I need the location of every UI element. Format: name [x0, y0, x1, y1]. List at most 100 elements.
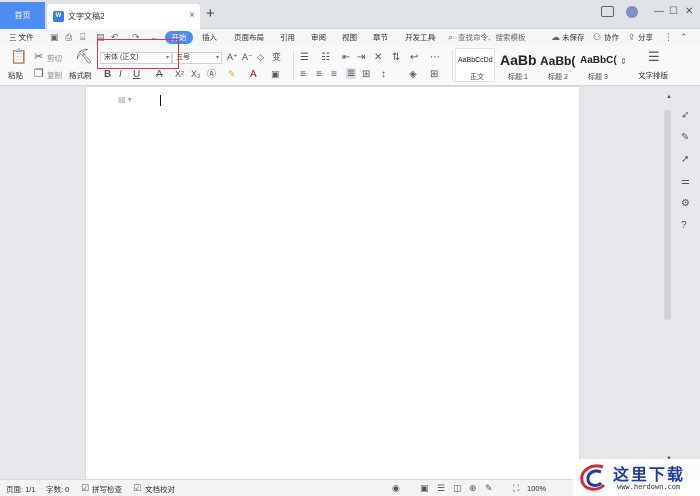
text-layout-button[interactable]: 文字排版 — [638, 70, 668, 81]
chinese-layout-icon[interactable]: ✕ — [374, 52, 382, 63]
vertical-scrollbar[interactable] — [664, 110, 671, 320]
copy-icon[interactable]: ❐ — [34, 69, 44, 80]
document-page[interactable] — [86, 87, 579, 479]
text-effect-icon[interactable]: Ⓐ — [207, 69, 216, 80]
paste-button[interactable]: 粘贴 — [8, 70, 23, 81]
paste-icon[interactable]: 📋 — [10, 49, 27, 63]
more-options-icon[interactable]: ⋮ — [664, 32, 673, 43]
menu-file[interactable]: 三 文件 — [9, 32, 34, 43]
rocket-icon[interactable]: ➶ — [681, 110, 689, 121]
style-heading-1[interactable]: AaBb 标题 1 — [497, 48, 537, 82]
phonetic-icon[interactable]: 变 — [272, 52, 281, 63]
scroll-up-icon[interactable]: ▲ — [666, 94, 672, 100]
menu-view[interactable]: 视图 — [342, 32, 357, 43]
zoom-level[interactable]: 100% — [527, 484, 546, 493]
cut-button[interactable]: 剪切 — [47, 53, 62, 64]
format-painter-icon[interactable]: ⛏ — [75, 49, 93, 63]
spell-check-button[interactable]: 拼写检查 — [92, 484, 122, 495]
tools-icon[interactable]: ⚙ — [681, 198, 690, 209]
line-spacing-icon[interactable]: ↕ — [381, 69, 386, 80]
grow-font-icon[interactable]: A⁺ — [227, 52, 238, 63]
command-search[interactable]: 查找命令、搜索模板 — [458, 32, 526, 43]
menu-layout[interactable]: 页面布局 — [234, 32, 264, 43]
tab-stops-icon[interactable]: ⋯ — [430, 52, 440, 63]
font-size-select[interactable]: 五号 ▾ — [172, 52, 222, 64]
shrink-font-icon[interactable]: A⁻ — [242, 52, 253, 63]
align-left-icon[interactable]: ≡ — [300, 69, 306, 80]
italic-button[interactable]: I — [119, 69, 122, 80]
word-count[interactable]: 字数: 0 — [46, 484, 69, 495]
subscript-icon[interactable]: X₂ — [191, 69, 201, 80]
proofread-button[interactable]: 文档校对 — [145, 484, 175, 495]
numbered-list-icon[interactable]: ☷ — [321, 52, 330, 63]
menu-developer[interactable]: 开发工具 — [405, 32, 435, 43]
bullet-list-icon[interactable]: ☰ — [300, 52, 309, 63]
borders-icon[interactable]: ⊞ — [430, 69, 438, 80]
document-tab[interactable]: W 文字文稿2 × — [47, 4, 200, 29]
font-color-icon[interactable]: A — [250, 69, 257, 80]
help-icon[interactable]: ? — [681, 220, 687, 231]
eye-protection-icon[interactable]: ◉ — [392, 483, 400, 494]
save-icon[interactable]: ▣ — [50, 32, 59, 43]
page-view-icon[interactable]: ▣ — [420, 483, 429, 494]
pen-icon[interactable]: ✎ — [681, 132, 689, 143]
increase-indent-icon[interactable]: ⇥ — [357, 52, 365, 63]
reading-view-icon[interactable]: ◫ — [453, 483, 462, 494]
format-painter-button[interactable]: 格式刷 — [69, 70, 92, 81]
menu-section[interactable]: 章节 — [373, 32, 388, 43]
new-tab-button[interactable]: + — [206, 5, 215, 22]
share-button[interactable]: 分享 — [638, 32, 653, 43]
style-heading-3[interactable]: AaBbC( 标题 3 — [578, 48, 618, 82]
page-count[interactable]: 页面: 1/1 — [6, 484, 36, 495]
avatar[interactable] — [626, 6, 638, 18]
collapse-ribbon-icon[interactable]: ⌃ — [680, 32, 688, 43]
sort-icon[interactable]: ⇅ — [392, 52, 400, 63]
menu-more-chevron-icon[interactable]: › — [433, 32, 436, 42]
fit-page-icon[interactable]: ⛶ — [513, 483, 519, 494]
minimize-button[interactable]: — — [654, 6, 664, 17]
close-window-button[interactable]: ✕ — [685, 6, 693, 17]
copy-button[interactable]: 复制 — [47, 70, 62, 81]
unsaved-status[interactable]: 未保存 — [562, 32, 585, 43]
print-icon[interactable]: ⌸ — [80, 32, 85, 43]
menu-insert[interactable]: 插入 — [202, 32, 217, 43]
outline-view-icon[interactable]: ☰ — [437, 483, 445, 494]
export-icon[interactable]: ⎙ — [65, 32, 72, 43]
maximize-button[interactable]: ☐ — [669, 6, 678, 17]
bold-button[interactable]: B — [104, 69, 111, 80]
menu-review[interactable]: 审阅 — [311, 32, 326, 43]
cut-icon[interactable]: ✂ — [34, 52, 43, 63]
select-cursor-icon[interactable]: ➚ — [681, 154, 689, 165]
shading-icon[interactable]: ◈ — [409, 69, 417, 80]
writing-mode-icon[interactable]: ✎ — [485, 483, 493, 494]
superscript-icon[interactable]: X² — [175, 69, 184, 80]
search-icon[interactable]: ⌕ — [448, 32, 453, 43]
style-heading-2[interactable]: AaBb( 标题 2 — [538, 48, 578, 82]
align-right-icon[interactable]: ≡ — [331, 69, 337, 80]
decrease-indent-icon[interactable]: ⇤ — [342, 52, 350, 63]
text-layout-icon[interactable]: ☰ — [648, 50, 660, 63]
page-menu-icon[interactable]: ▤ ▾ — [118, 95, 132, 104]
show-marks-icon[interactable]: ↩ — [410, 52, 418, 63]
styles-more-icon[interactable]: ⇕ — [620, 56, 627, 67]
distribute-icon[interactable]: ⊞ — [362, 69, 370, 80]
strikethrough-button[interactable]: A — [156, 69, 163, 80]
home-tab[interactable]: 首页 — [0, 2, 45, 29]
align-center-icon[interactable]: ≡ — [316, 69, 322, 80]
divider — [452, 50, 453, 80]
collab-button[interactable]: 协作 — [604, 32, 619, 43]
checkbox-icon: ☑ — [133, 483, 142, 493]
char-border-icon[interactable]: ▣ — [271, 69, 280, 80]
window-layout-icon[interactable] — [601, 6, 614, 17]
justify-icon[interactable]: ≣ — [346, 68, 357, 79]
menu-references[interactable]: 引用 — [280, 32, 295, 43]
close-tab-icon[interactable]: × — [189, 10, 195, 21]
highlight-icon[interactable]: ✎ — [228, 69, 236, 80]
adjust-icon[interactable]: ⚌ — [681, 176, 690, 187]
web-view-icon[interactable]: ⊕ — [469, 483, 477, 494]
underline-button[interactable]: U — [133, 69, 140, 80]
text-cursor — [160, 95, 161, 106]
style-normal[interactable]: AaBbCcDd 正文 — [455, 48, 495, 82]
checkbox-icon: ☑ — [81, 483, 90, 493]
clear-format-icon[interactable]: ◇ — [257, 52, 264, 63]
